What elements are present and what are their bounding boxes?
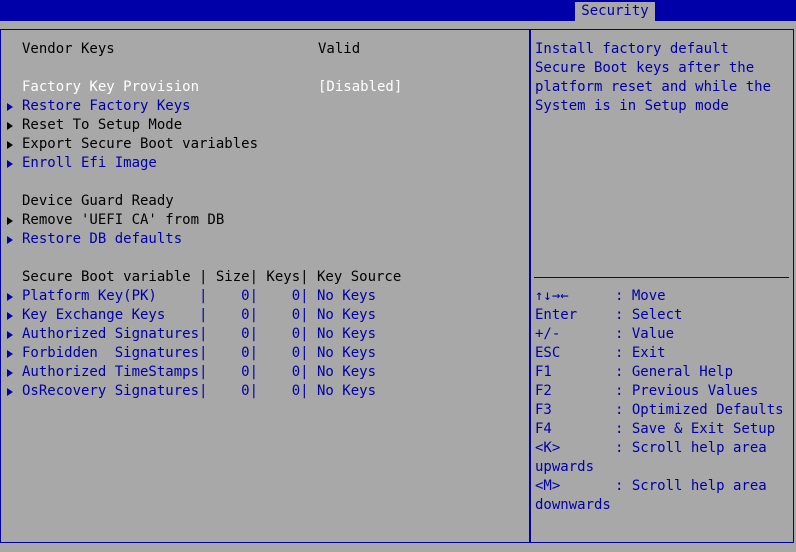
key-f1: F1 [535, 364, 552, 380]
key-k-action: : Scroll help area [615, 440, 767, 456]
table-row[interactable]: Forbidden Signatures| 0| 0| No Keys [22, 344, 376, 363]
key-f2: F2 [535, 383, 552, 399]
restore-factory-keys[interactable]: Restore Factory Keys [22, 97, 191, 116]
key-enter-action: : Select [615, 307, 683, 323]
table-row[interactable]: Authorized Signatures| 0| 0| No Keys [22, 325, 376, 344]
key-esc-action: : Exit [615, 345, 666, 361]
key-move: ↑↓→← [535, 288, 569, 304]
export-secure-boot-variables[interactable]: Export Secure Boot variables [22, 135, 258, 154]
key-f4: F4 [535, 421, 552, 437]
vendor-keys-label: Vendor Keys [22, 41, 115, 57]
submenu-arrow-icon [7, 160, 13, 168]
key-k-continued: upwards [535, 459, 595, 475]
key-k: <K> [535, 440, 561, 456]
key-f3: F3 [535, 402, 552, 418]
remove-uefi-ca[interactable]: Remove 'UEFI CA' from DB [22, 211, 224, 230]
panel-divider [529, 29, 531, 543]
key-move-action: : Move [615, 288, 666, 304]
key-f1-action: : General Help [615, 364, 734, 380]
key-esc: ESC [535, 345, 561, 361]
factory-key-provision-label[interactable]: Factory Key Provision [22, 78, 199, 97]
submenu-arrow-icon [7, 331, 13, 339]
table-row[interactable]: Platform Key(PK) | 0| 0| No Keys [22, 287, 376, 306]
key-f2-action: : Previous Values [615, 383, 759, 399]
submenu-arrow-icon [7, 369, 13, 377]
submenu-arrow-icon [7, 217, 13, 225]
table-row[interactable]: Key Exchange Keys | 0| 0| No Keys [22, 306, 376, 325]
factory-key-provision-value[interactable]: [Disabled] [318, 78, 402, 97]
submenu-arrow-icon [7, 312, 13, 320]
reset-to-setup-mode[interactable]: Reset To Setup Mode [22, 116, 182, 135]
table-header: Secure Boot variable | Size| Keys| Key S… [22, 269, 402, 285]
tab-security[interactable]: Security [575, 2, 655, 21]
key-m-action: : Scroll help area [615, 478, 767, 494]
key-value: +/- [535, 326, 561, 342]
table-row[interactable]: OsRecovery Signatures| 0| 0| No Keys [22, 382, 376, 401]
key-m: <M> [535, 478, 561, 494]
device-guard-ready-label: Device Guard Ready [22, 193, 174, 209]
key-f3-action: : Optimized Defaults [615, 402, 784, 418]
submenu-arrow-icon [7, 236, 13, 244]
submenu-arrow-icon [7, 293, 13, 301]
submenu-arrow-icon [7, 103, 13, 111]
key-value-action: : Value [615, 326, 675, 342]
help-description: Install factory default Secure Boot keys… [535, 41, 780, 114]
submenu-arrow-icon [7, 350, 13, 358]
vendor-keys-value: Valid [318, 41, 361, 57]
key-m-continued: downwards [535, 497, 611, 513]
submenu-arrow-icon [7, 141, 13, 149]
submenu-arrow-icon [7, 388, 13, 396]
restore-db-defaults[interactable]: Restore DB defaults [22, 230, 182, 249]
enroll-efi-image[interactable]: Enroll Efi Image [22, 154, 157, 173]
help-separator [534, 277, 789, 278]
top-menu-bar [0, 0, 796, 21]
key-f4-action: : Save & Exit Setup [615, 421, 776, 437]
submenu-arrow-icon [7, 122, 13, 130]
table-row[interactable]: Authorized TimeStamps| 0| 0| No Keys [22, 363, 376, 382]
key-enter: Enter [535, 307, 578, 323]
